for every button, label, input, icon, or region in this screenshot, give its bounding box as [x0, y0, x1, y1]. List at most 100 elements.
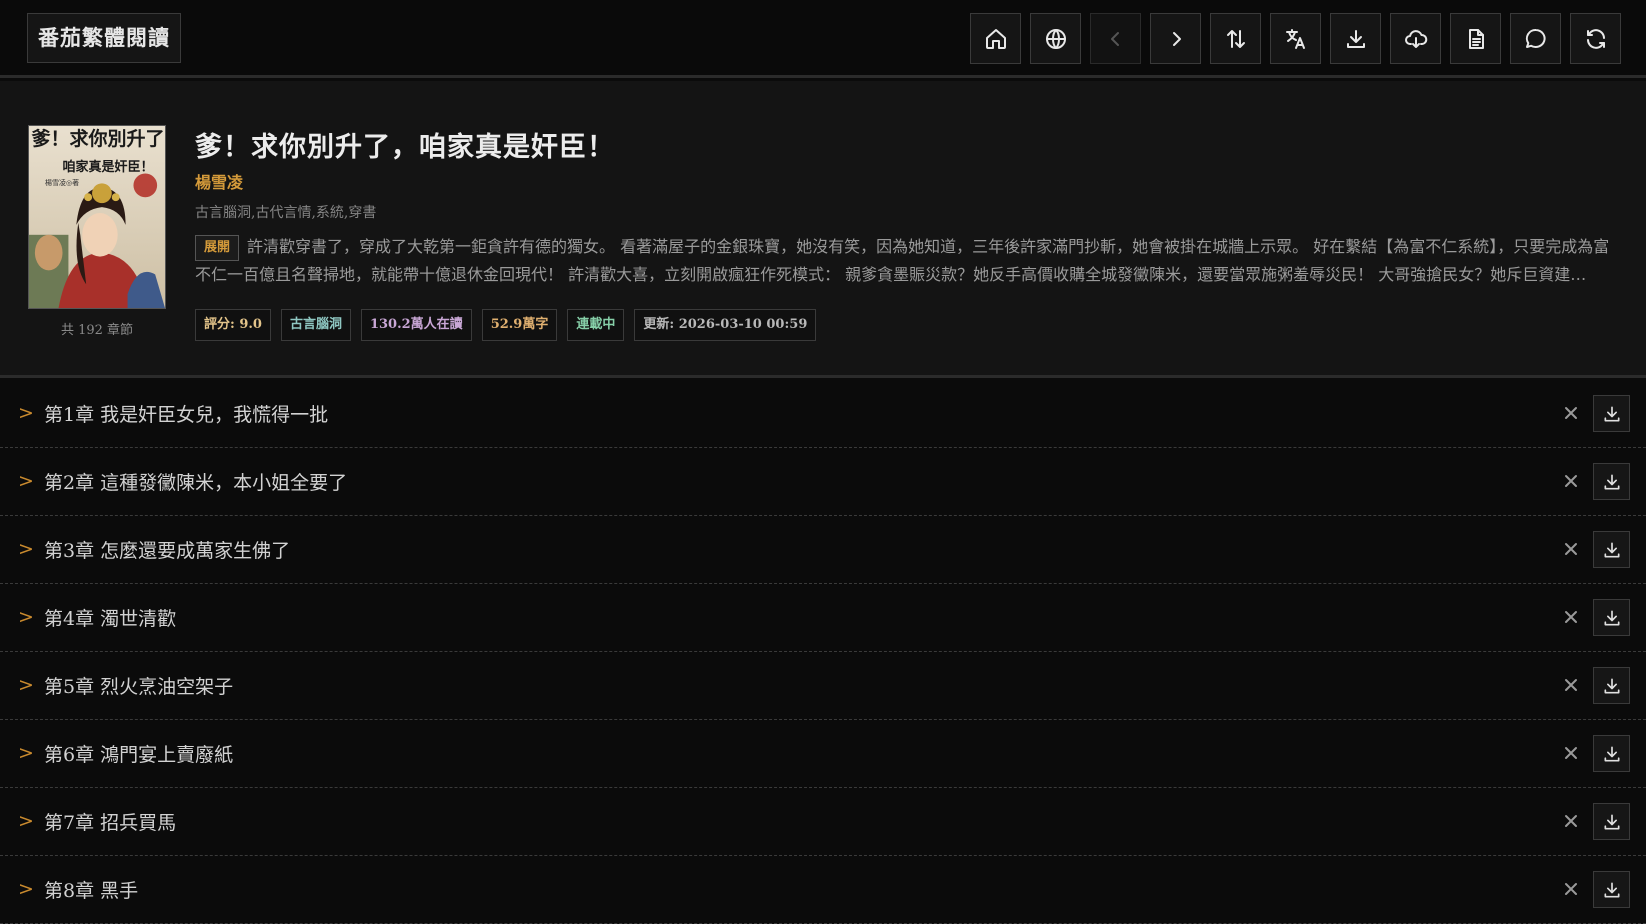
remove-chapter-button[interactable] [1558, 808, 1584, 834]
comment-icon [1525, 28, 1546, 48]
book-tags: 評分: 9.0 古言腦洞 130.2萬人在讀 52.9萬字 連載中 更新: 2026-03… [195, 309, 817, 341]
download-icon [1604, 746, 1619, 761]
globe-icon [1045, 28, 1066, 49]
translate-button[interactable] [1270, 13, 1321, 64]
chapter-download-button[interactable] [1593, 599, 1630, 636]
chevron-right-icon: > [18, 606, 34, 628]
home-icon [985, 28, 1006, 49]
book-description-block: 展開 許清歡穿書了，穿成了大乾第一鉅貪許有德的獨女。 看著滿屋子的金銀珠寶，她沒有… [195, 233, 1615, 293]
close-icon [1565, 883, 1577, 895]
download-icon [1604, 406, 1619, 421]
remove-chapter-button[interactable] [1558, 740, 1584, 766]
chevron-left-icon [1110, 31, 1119, 46]
cloud-download-button[interactable] [1390, 13, 1441, 64]
chapter-row[interactable]: > 第6章 鴻門宴上賣廢紙 [0, 720, 1646, 788]
cover-author: 楊雪凌◎著 [45, 179, 80, 187]
chapter-title[interactable]: 第4章 濁世清歡 [44, 604, 176, 631]
close-icon [1565, 747, 1577, 759]
download-icon [1604, 474, 1619, 489]
chapter-download-button[interactable] [1593, 803, 1630, 840]
close-icon [1565, 407, 1577, 419]
chapter-download-button[interactable] [1593, 735, 1630, 772]
download-icon [1346, 29, 1365, 48]
remove-chapter-button[interactable] [1558, 604, 1584, 630]
cover-title-line2: 咱家真是奸臣！ [62, 160, 154, 175]
remove-chapter-button[interactable] [1558, 536, 1584, 562]
chapter-title[interactable]: 第5章 烈火烹油空架子 [44, 672, 233, 699]
chapter-row[interactable]: > 第4章 濁世清歡 [0, 584, 1646, 652]
chapter-title[interactable]: 第2章 這種發黴陳米，本小姐全要了 [44, 468, 347, 495]
book-tag: 古言腦洞 [280, 309, 351, 341]
cloud-download-icon [1404, 29, 1427, 48]
sort-icon [1226, 29, 1245, 48]
chevron-right-icon: > [18, 538, 34, 560]
language-button[interactable] [1030, 13, 1081, 64]
book-genres: 古言腦洞,古代言情,系統,穿書 [195, 205, 377, 221]
download-icon [1604, 678, 1619, 693]
chapter-download-button[interactable] [1593, 667, 1630, 704]
close-icon [1565, 679, 1577, 691]
remove-chapter-button[interactable] [1558, 876, 1584, 902]
cover-title-line1: 爹！求你別升了 [31, 128, 165, 150]
download-button[interactable] [1330, 13, 1381, 64]
remove-chapter-button[interactable] [1558, 672, 1584, 698]
prev-button[interactable] [1090, 13, 1141, 64]
book-tag: 52.9萬字 [481, 309, 558, 341]
chevron-right-icon: > [18, 470, 34, 492]
top-bar: 番茄繁體閱讀 [0, 0, 1646, 78]
chapter-row[interactable]: > 第2章 這種發黴陳米，本小姐全要了 [0, 448, 1646, 516]
app-brand[interactable]: 番茄繁體閱讀 [27, 13, 181, 63]
book-title: 爹！求你別升了，咱家真是奸臣！ [195, 132, 615, 163]
chapter-title[interactable]: 第1章 我是奸臣女兒，我慌得一批 [44, 400, 328, 427]
expand-button[interactable]: 展開 [195, 234, 240, 261]
chapter-download-button[interactable] [1593, 871, 1630, 908]
chapter-row[interactable]: > 第3章 怎麼還要成萬家生佛了 [0, 516, 1646, 584]
chevron-right-icon [1172, 31, 1181, 46]
chevron-right-icon: > [18, 674, 34, 696]
chapter-row[interactable]: > 第7章 招兵買馬 [0, 788, 1646, 856]
book-tag: 評分: 9.0 [195, 309, 271, 341]
download-icon [1604, 542, 1619, 557]
sort-button[interactable] [1210, 13, 1261, 64]
book-tag: 更新: 2026-03-10 00:59 [634, 309, 817, 341]
chapter-row[interactable]: > 第1章 我是奸臣女兒，我慌得一批 [0, 380, 1646, 448]
document-icon [1468, 28, 1484, 49]
book-author[interactable]: 楊雪凌 [195, 169, 243, 193]
chapter-title[interactable]: 第6章 鴻門宴上賣廢紙 [44, 740, 233, 767]
book-cover: 爹！求你別升了 咱家真是奸臣！ 楊雪凌◎著 [28, 125, 166, 309]
remove-chapter-button[interactable] [1558, 400, 1584, 426]
next-button[interactable] [1150, 13, 1201, 64]
chapter-download-button[interactable] [1593, 531, 1630, 568]
chapter-row[interactable]: > 第8章 黑手 [0, 856, 1646, 924]
book-header: 爹！求你別升了 咱家真是奸臣！ 楊雪凌◎著 共 192 章節 爹！求你別升了，咱… [0, 81, 1646, 378]
close-icon [1565, 815, 1577, 827]
remove-chapter-button[interactable] [1558, 468, 1584, 494]
close-icon [1565, 611, 1577, 623]
cover-illustration [29, 126, 165, 308]
chapter-list: > 第1章 我是奸臣女兒，我慌得一批 > 第2章 這種發黴陳米，本小姐全要了 > 第3章 … [0, 380, 1646, 924]
comment-button[interactable] [1510, 13, 1561, 64]
chapter-title[interactable]: 第8章 黑手 [44, 876, 138, 903]
book-description: 許清歡穿書了，穿成了大乾第一鉅貪許有德的獨女。 看著滿屋子的金銀珠寶，她沒有笑，… [195, 237, 1610, 284]
book-tag: 130.2萬人在讀 [360, 309, 472, 341]
chevron-right-icon: > [18, 742, 34, 764]
chapter-row[interactable]: > 第5章 烈火烹油空架子 [0, 652, 1646, 720]
toolbar [970, 13, 1621, 64]
download-icon [1604, 882, 1619, 897]
home-button[interactable] [970, 13, 1021, 64]
chapter-title[interactable]: 第3章 怎麼還要成萬家生佛了 [44, 536, 290, 563]
download-icon [1604, 610, 1619, 625]
chapter-download-button[interactable] [1593, 463, 1630, 500]
refresh-button[interactable] [1570, 13, 1621, 64]
chevron-right-icon: > [18, 402, 34, 424]
download-icon [1604, 814, 1619, 829]
close-icon [1565, 475, 1577, 487]
book-tag: 連載中 [567, 309, 625, 341]
refresh-icon [1586, 28, 1605, 49]
chevron-right-icon: > [18, 810, 34, 832]
translate-icon [1285, 28, 1305, 49]
chapter-download-button[interactable] [1593, 395, 1630, 432]
chevron-right-icon: > [18, 878, 34, 900]
chapter-title[interactable]: 第7章 招兵買馬 [44, 808, 176, 835]
document-button[interactable] [1450, 13, 1501, 64]
